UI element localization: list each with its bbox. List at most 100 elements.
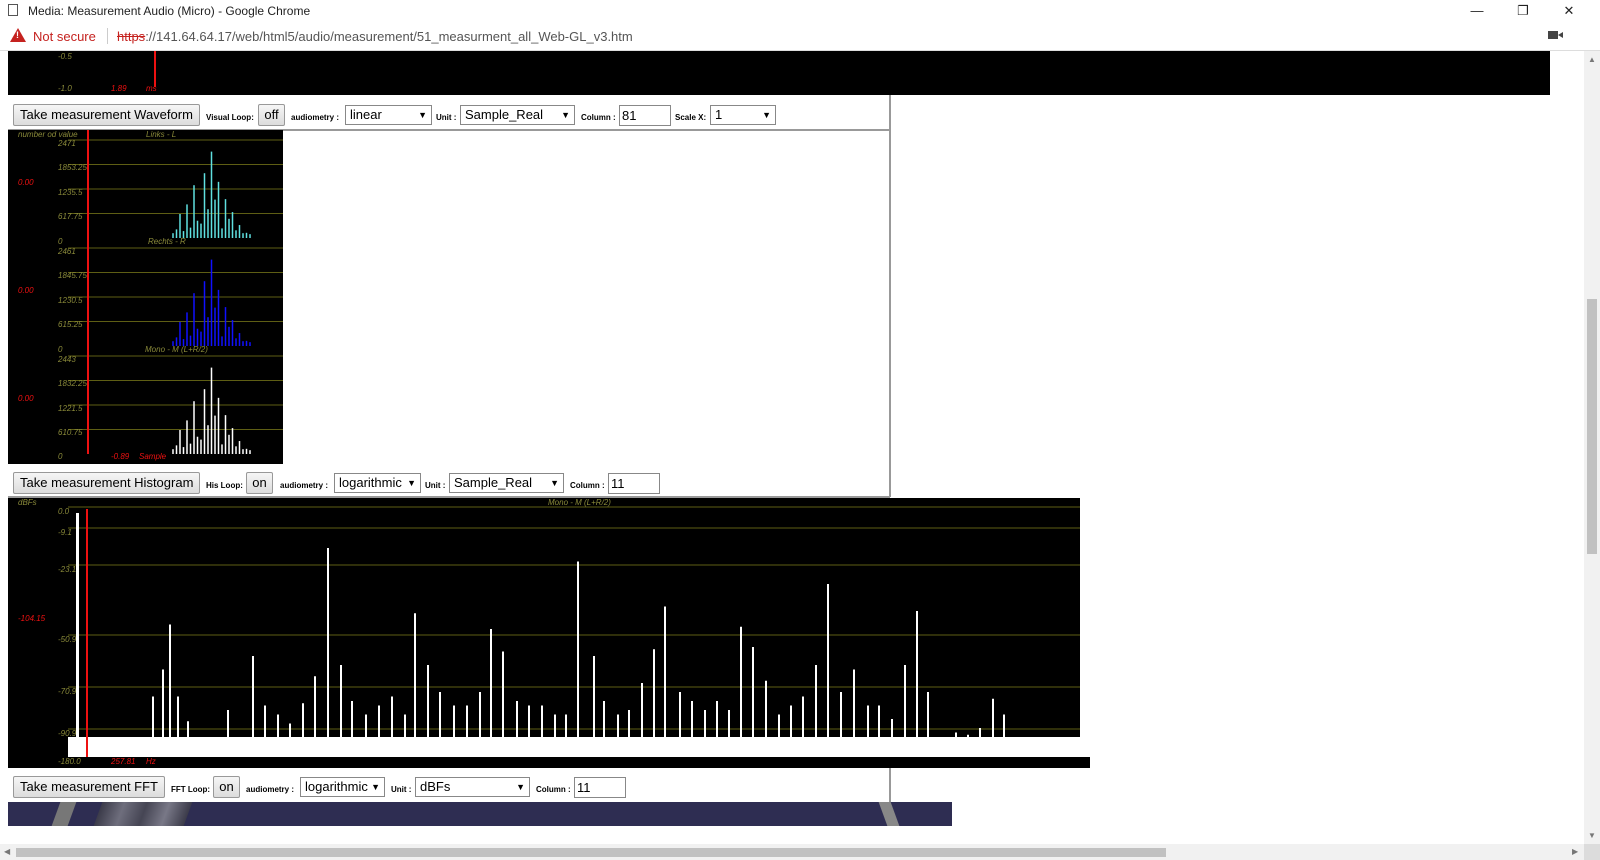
column-input[interactable]: 11 bbox=[574, 777, 626, 798]
hist-footer-value: -0.89 bbox=[111, 452, 130, 461]
close-button[interactable]: ✕ bbox=[1546, 0, 1592, 22]
take-histogram-button[interactable]: Take measurement Histogram bbox=[13, 472, 201, 494]
fft-loop-button[interactable]: on bbox=[213, 776, 240, 798]
fft-cursor bbox=[86, 509, 88, 757]
hist-tick: 2443 bbox=[58, 355, 76, 364]
vertical-scroll-thumb[interactable] bbox=[1587, 299, 1597, 554]
visual-loop-button[interactable]: off bbox=[258, 104, 285, 126]
address-separator bbox=[107, 28, 108, 44]
fft-footer-value: 257.81 bbox=[111, 757, 136, 766]
take-waveform-button[interactable]: Take measurement Waveform bbox=[13, 104, 200, 126]
fft-tick: -70.9 bbox=[58, 687, 77, 696]
visual-loop-label: Visual Loop: bbox=[206, 113, 254, 122]
waveform-tick: -0.5 bbox=[58, 52, 72, 61]
hist-cursor-value: 0.00 bbox=[18, 178, 34, 187]
scroll-right-icon[interactable]: ▶ bbox=[1572, 847, 1578, 856]
histogram-header: number od value bbox=[18, 130, 78, 139]
scroll-up-icon[interactable]: ▲ bbox=[1588, 55, 1596, 64]
hist-tick: 1832.25 bbox=[58, 379, 87, 388]
fft-tick: -23.1 bbox=[58, 565, 77, 574]
hist-cursor-value: 0.00 bbox=[18, 394, 34, 403]
column-input[interactable]: 11 bbox=[608, 473, 660, 494]
scale-x-select[interactable]: 1 bbox=[710, 105, 776, 125]
his-loop-label: His Loop: bbox=[206, 481, 243, 490]
horizontal-scrollbar[interactable]: ◀ ▶ bbox=[0, 844, 1584, 860]
unit-select[interactable]: Sample_Real bbox=[460, 105, 575, 125]
security-label[interactable]: Not secure bbox=[33, 29, 96, 44]
fft-tick: 0.0 bbox=[58, 507, 70, 516]
column-label: Column : bbox=[536, 785, 571, 794]
address-bar[interactable]: Not secure https://141.64.64.17/web/html… bbox=[0, 22, 1600, 51]
waveform-controls: Take measurement Waveform Visual Loop: o… bbox=[8, 102, 890, 132]
webgl-canvas bbox=[8, 802, 952, 826]
webgl-shape bbox=[878, 802, 900, 826]
hist-tick: 0 bbox=[58, 452, 63, 461]
scroll-left-icon[interactable]: ◀ bbox=[4, 847, 10, 856]
waveform-canvas: -0.5 -1.0 1.89 ms bbox=[8, 51, 1550, 95]
audiometry-select[interactable]: logarithmic bbox=[300, 777, 385, 797]
warning-icon[interactable] bbox=[10, 28, 26, 42]
histogram-svg bbox=[68, 130, 283, 454]
page-content: -0.5 -1.0 1.89 ms Take measurement Wavef… bbox=[0, 51, 1584, 844]
unit-select[interactable]: dBFs bbox=[415, 777, 530, 797]
hist-tick: 0 bbox=[58, 237, 63, 246]
fft-cursor-value: -104.15 bbox=[18, 614, 46, 623]
restore-button[interactable]: ❐ bbox=[1500, 0, 1546, 22]
waveform-cursor-value: 1.89 bbox=[111, 84, 127, 93]
fft-footer: -180.0 257.81 Hz bbox=[8, 757, 1090, 768]
fft-tick: -50.9 bbox=[58, 635, 77, 644]
section-border bbox=[889, 95, 891, 497]
hist-tick: 610.75 bbox=[58, 428, 83, 437]
hist-cursor-value: 0.00 bbox=[18, 286, 34, 295]
scale-x-label: Scale X: bbox=[675, 113, 707, 122]
unit-select[interactable]: Sample_Real bbox=[449, 473, 564, 493]
scroll-corner bbox=[1584, 844, 1600, 860]
waveform-cursor bbox=[154, 51, 156, 87]
scroll-down-icon[interactable]: ▼ bbox=[1588, 831, 1596, 840]
hist-tick: 1845.75 bbox=[58, 271, 87, 280]
hist-footer-unit: Sample bbox=[139, 452, 167, 461]
window-title: Media: Measurement Audio (Micro) - Googl… bbox=[28, 4, 311, 18]
fft-canvas: dBFs Mono - M (L+R/2) 0.0 -9.1 -23.1 -50… bbox=[8, 498, 1080, 738]
column-label: Column : bbox=[570, 481, 605, 490]
hist-panel-title: Rechts - R bbox=[148, 237, 186, 246]
waveform-unit: ms bbox=[146, 84, 157, 93]
audiometry-select[interactable]: linear bbox=[345, 105, 432, 125]
fft-baseline-area bbox=[68, 737, 1080, 757]
vertical-scrollbar[interactable]: ▲ ▼ bbox=[1584, 51, 1600, 844]
url-rest: ://141.64.64.17/web/html5/audio/measurem… bbox=[145, 29, 633, 44]
waveform-tick: -1.0 bbox=[58, 84, 72, 93]
fft-series-name: Mono - M (L+R/2) bbox=[548, 498, 611, 507]
document-icon bbox=[8, 4, 18, 16]
fft-left-margin bbox=[8, 737, 68, 757]
webgl-shape bbox=[51, 802, 77, 826]
horizontal-scroll-thumb[interactable] bbox=[16, 848, 1166, 857]
unit-label: Unit : bbox=[436, 113, 457, 122]
unit-label: Unit : bbox=[391, 785, 412, 794]
column-input[interactable]: 81 bbox=[619, 105, 671, 126]
audiometry-select[interactable]: logarithmic bbox=[334, 473, 421, 493]
his-loop-button[interactable]: on bbox=[246, 472, 273, 494]
audiometry-label: audiometry : bbox=[291, 113, 340, 122]
hist-tick: 1235.5 bbox=[58, 188, 83, 197]
audiometry-label: audiometry : bbox=[280, 481, 329, 490]
fft-svg bbox=[68, 506, 1080, 737]
unit-label: Unit : bbox=[425, 481, 446, 490]
take-fft-button[interactable]: Take measurement FFT bbox=[13, 776, 165, 798]
hist-tick: 0 bbox=[58, 345, 63, 354]
fft-loop-label: FFT Loop: bbox=[171, 785, 211, 794]
minimize-button[interactable]: — bbox=[1454, 0, 1500, 22]
fft-tick: -9.1 bbox=[58, 528, 72, 537]
fft-dc-bar bbox=[76, 513, 79, 757]
hist-tick: 1221.5 bbox=[58, 404, 83, 413]
fft-footer-unit: Hz bbox=[146, 757, 156, 766]
fft-controls: Take measurement FFT FFT Loop: on audiom… bbox=[8, 774, 890, 804]
audiometry-label: audiometry : bbox=[246, 785, 295, 794]
histogram-canvas: number od value Links - L 2471 1853.25 1… bbox=[8, 130, 283, 464]
url-text[interactable]: https://141.64.64.17/web/html5/audio/mea… bbox=[117, 29, 633, 44]
hist-panel-title: Mono - M (L+R/2) bbox=[145, 345, 208, 354]
fft-tick: -180.0 bbox=[58, 757, 81, 766]
camera-icon[interactable] bbox=[1548, 31, 1558, 39]
section-border bbox=[889, 768, 891, 802]
hist-tick: 1230.5 bbox=[58, 296, 83, 305]
